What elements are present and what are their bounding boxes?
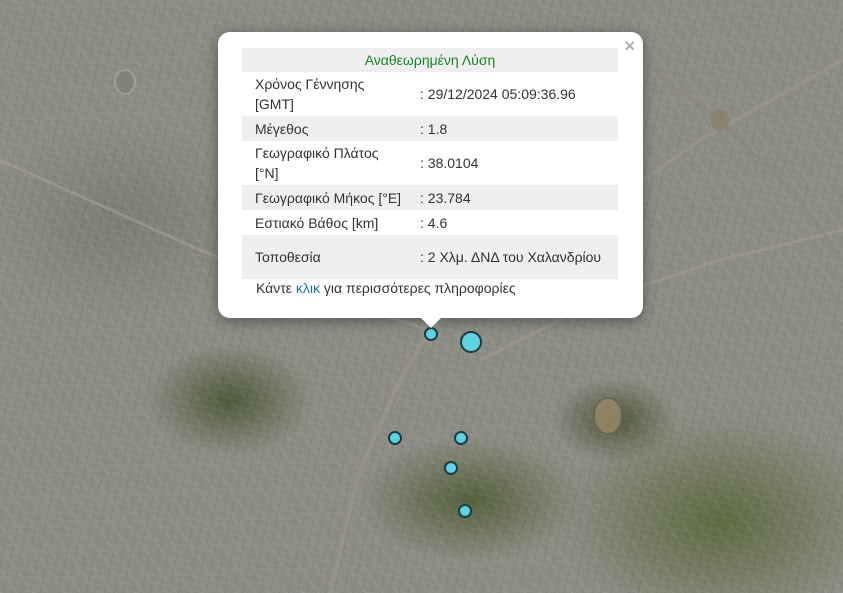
earthquake-marker[interactable] <box>458 504 472 518</box>
info-label: Εστιακό Βάθος [km] <box>255 214 379 231</box>
info-label: Τοποθεσία <box>242 235 416 279</box>
info-label: Γεωγραφικό Μήκος [°E] <box>242 185 416 210</box>
popup-pointer <box>419 316 443 328</box>
earthquake-info-table: Αναθεωρημένη Λύση Χρόνος Γέννησης [GMT] … <box>242 48 618 279</box>
earthquake-marker[interactable] <box>388 431 402 445</box>
info-value: : 38.0104 <box>420 155 479 171</box>
earthquake-marker[interactable] <box>454 431 468 445</box>
popup-title-row: Αναθεωρημένη Λύση <box>242 48 618 72</box>
info-label: Μέγεθος <box>242 116 416 141</box>
info-value: : 2 Χλμ. ΔΝΔ του Χαλανδρίου <box>416 235 618 279</box>
earthquake-marker[interactable] <box>424 327 438 341</box>
earthquake-marker[interactable] <box>444 461 458 475</box>
info-label: Γεωγραφικό Πλάτος [°N] <box>255 145 379 181</box>
info-row-longitude: Γεωγραφικό Μήκος [°E] : 23.784 <box>242 185 618 210</box>
info-row-depth: Εστιακό Βάθος [km] : 4.6 <box>242 210 618 235</box>
info-label: Χρόνος Γέννησης [GMT] <box>255 76 365 112</box>
more-info-text: Κάντε κλικ για περισσότερες πληροφορίες <box>256 280 516 296</box>
info-value: : 29/12/2024 05:09:36.96 <box>420 86 576 102</box>
info-row-origin-time: Χρόνος Γέννησης [GMT] : 29/12/2024 05:09… <box>242 72 618 116</box>
earthquake-popup: × Αναθεωρημένη Λύση Χρόνος Γέννησης [GMT… <box>218 32 643 318</box>
earthquake-marker[interactable] <box>460 331 482 353</box>
info-row-latitude: Γεωγραφικό Πλάτος [°N] : 38.0104 <box>242 141 618 185</box>
more-info-prefix: Κάντε <box>256 280 296 296</box>
more-info-link[interactable]: κλικ <box>296 280 320 296</box>
info-value: : 1.8 <box>416 116 618 141</box>
more-info-suffix: για περισσότερες πληροφορίες <box>320 280 516 296</box>
close-icon[interactable]: × <box>624 37 635 55</box>
info-row-magnitude: Μέγεθος : 1.8 <box>242 116 618 141</box>
info-row-location: Τοποθεσία : 2 Χλμ. ΔΝΔ του Χαλανδρίου <box>242 235 618 279</box>
popup-title: Αναθεωρημένη Λύση <box>242 48 618 72</box>
info-value: : 4.6 <box>420 214 448 231</box>
info-value: : 23.784 <box>416 185 618 210</box>
